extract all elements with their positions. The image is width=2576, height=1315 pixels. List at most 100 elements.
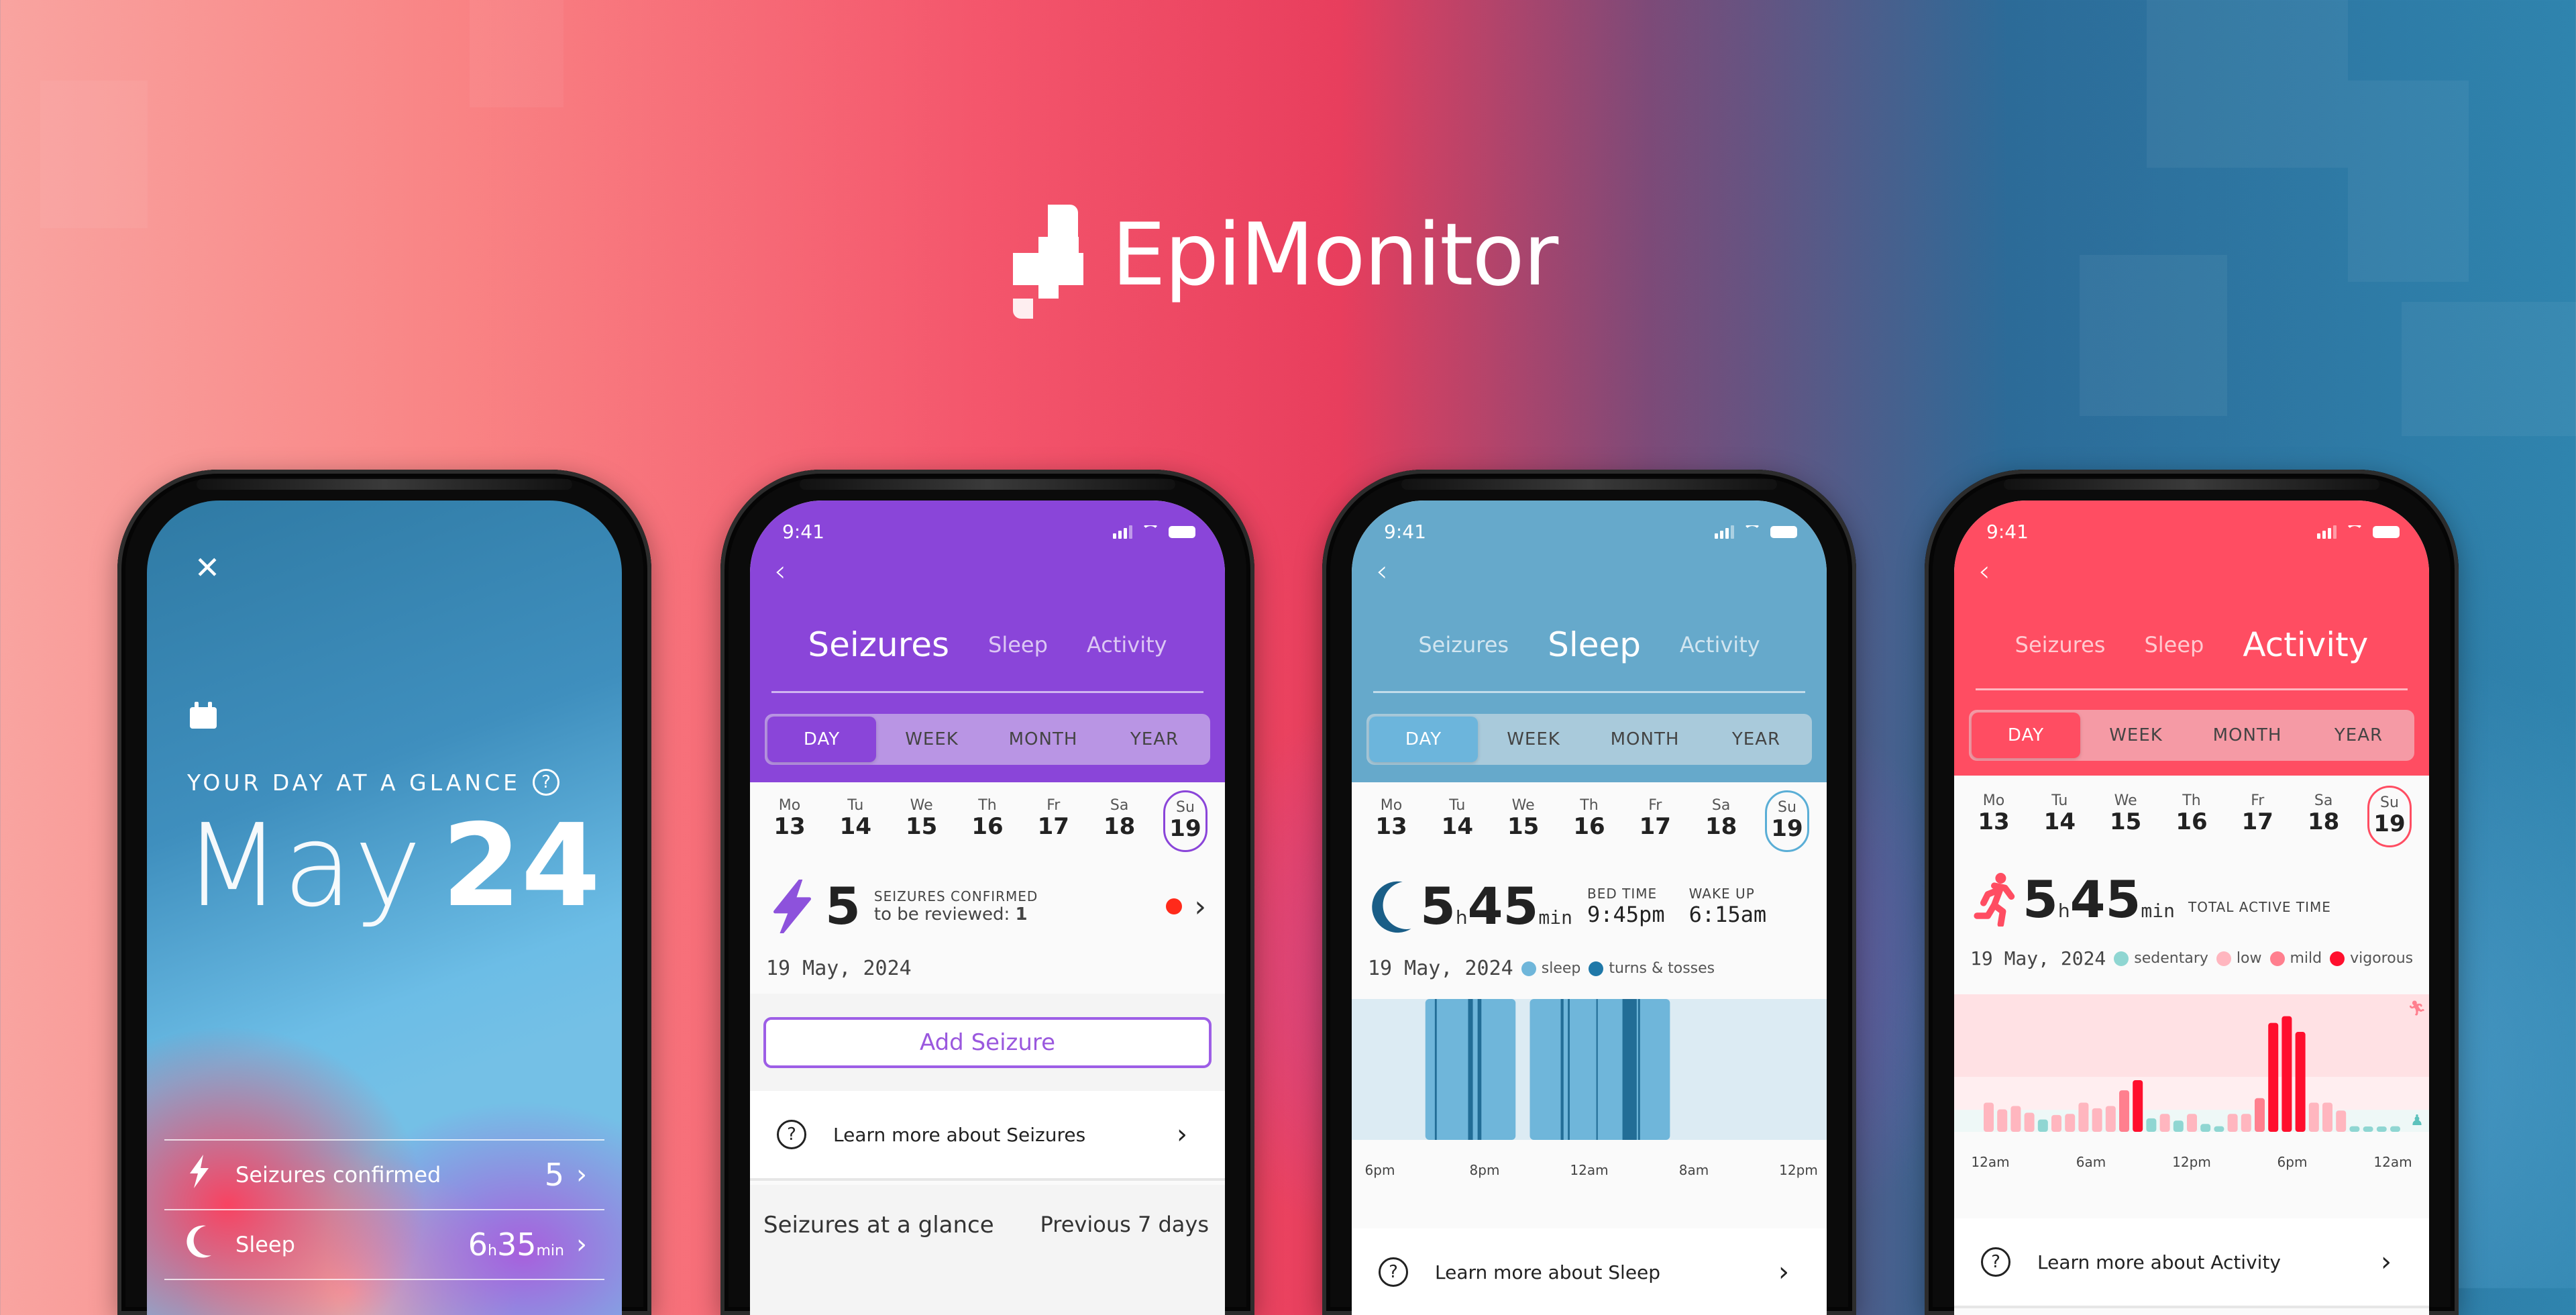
review-count: 1 xyxy=(1015,904,1028,925)
day-su[interactable]: Su 19 xyxy=(1163,790,1208,852)
seizures-confirmed-label: SEIZURES CONFIRMED xyxy=(873,888,1038,904)
legend-swatch xyxy=(2216,951,2231,966)
segment-year[interactable]: YEAR xyxy=(2303,725,2414,745)
segment-year[interactable]: YEAR xyxy=(1701,729,1812,749)
day-we[interactable]: We 15 xyxy=(900,790,944,852)
turn-toss-mark xyxy=(1568,999,1570,1140)
activity-bar-low xyxy=(2092,1108,2102,1132)
segment-month[interactable]: MONTH xyxy=(1589,729,1701,749)
tab-seizures[interactable]: Seizures xyxy=(1418,632,1509,658)
running-person-icon xyxy=(1974,873,2015,927)
help-icon: ? xyxy=(1379,1257,1408,1287)
chevron-right-icon: › xyxy=(1194,889,1206,924)
day-sa[interactable]: Sa 18 xyxy=(1097,790,1142,852)
segment-week[interactable]: WEEK xyxy=(1478,729,1589,749)
sleep-minutes: 35 xyxy=(496,1226,537,1263)
weekday-label: Su xyxy=(2380,794,2399,811)
segment-day[interactable]: DAY xyxy=(767,717,876,762)
day-sa[interactable]: Sa 18 xyxy=(2302,786,2346,847)
battery-icon xyxy=(1169,525,1195,538)
activity-bar-sedentary xyxy=(2390,1126,2400,1132)
day-mo[interactable]: Mo 13 xyxy=(767,790,812,852)
hours-unit: h xyxy=(1455,906,1468,929)
segment-week[interactable]: WEEK xyxy=(2080,725,2192,745)
status-bar: 9:41 xyxy=(1384,521,1797,543)
learn-more-seizures[interactable]: ? Learn more about Seizures › xyxy=(750,1091,1225,1181)
help-icon[interactable]: ? xyxy=(532,769,559,796)
back-chevron-icon[interactable]: ‹ xyxy=(1376,554,1388,588)
hours-unit: h xyxy=(2057,900,2070,922)
day-fr[interactable]: Fr 17 xyxy=(2235,786,2279,847)
activity-bar-low xyxy=(2322,1102,2332,1132)
segment-month[interactable]: MONTH xyxy=(2192,725,2303,745)
day-mo[interactable]: Mo 13 xyxy=(1972,786,2016,847)
tab-sleep[interactable]: Sleep xyxy=(2144,632,2204,658)
day-sa[interactable]: Sa 18 xyxy=(1699,790,1743,852)
seizures-screen: 9:41 ‹ Seizures Sleep Activity DAY WEEK … xyxy=(750,501,1225,1315)
activity-chart: 🏃︎ ♟ 12am 6am 12pm 6pm 12am xyxy=(1954,994,2429,1170)
segment-week[interactable]: WEEK xyxy=(876,729,987,749)
glance-screen: ✕ YOUR DAY AT A GLANCE ? May 24 Seizures … xyxy=(147,501,622,1315)
day-tu[interactable]: Tu 14 xyxy=(2037,786,2082,847)
x-tick-label: 6am xyxy=(2076,1154,2106,1170)
day-number: 13 xyxy=(1978,808,2010,835)
legend-label: sedentary xyxy=(2134,950,2208,967)
bed-time: BED TIME 9:45pm xyxy=(1587,886,1665,927)
day-th[interactable]: Th 16 xyxy=(965,790,1010,852)
day-tu[interactable]: Tu 14 xyxy=(1435,790,1479,852)
day-number: 14 xyxy=(2043,808,2076,835)
active-minutes: 45 xyxy=(2070,870,2141,929)
tab-seizures[interactable]: Seizures xyxy=(808,625,949,664)
turn-toss-mark xyxy=(1622,999,1637,1140)
legend-vigorous: vigorous xyxy=(2330,950,2413,967)
day-su[interactable]: Su 19 xyxy=(1764,790,1809,852)
x-tick-label: 12am xyxy=(2373,1154,2412,1170)
week-strip: Mo 13 Tu 14 We 15 Th 16 Fr 17 Sa 18 Su 19 xyxy=(1369,790,1809,852)
turn-toss-mark xyxy=(1468,999,1473,1140)
glance-label: YOUR DAY AT A GLANCE xyxy=(187,769,521,796)
learn-more-activity[interactable]: ? Learn more about Activity › xyxy=(1954,1218,2429,1308)
x-tick-label: 6pm xyxy=(1365,1162,1395,1178)
back-chevron-icon[interactable]: ‹ xyxy=(774,554,786,588)
segment-day[interactable]: DAY xyxy=(1972,713,2080,758)
day-mo[interactable]: Mo 13 xyxy=(1369,790,1413,852)
tab-activity[interactable]: Activity xyxy=(2243,625,2368,664)
tab-activity[interactable]: Activity xyxy=(1680,632,1760,658)
day-we[interactable]: We 15 xyxy=(1501,790,1546,852)
phone-speaker xyxy=(197,479,572,490)
day-su[interactable]: Su 19 xyxy=(2367,786,2412,847)
tab-sleep[interactable]: Sleep xyxy=(988,632,1048,658)
day-fr[interactable]: Fr 17 xyxy=(1031,790,1075,852)
day-th[interactable]: Th 16 xyxy=(2169,786,2214,847)
glance-row-sleep[interactable]: Sleep 6h35min › xyxy=(164,1209,604,1279)
segment-month[interactable]: MONTH xyxy=(987,729,1099,749)
day-number: 16 xyxy=(1573,813,1605,840)
tab-activity[interactable]: Activity xyxy=(1087,632,1167,658)
activity-bar-low xyxy=(1997,1109,2008,1132)
activity-bar-low xyxy=(2078,1102,2089,1132)
segment-year[interactable]: YEAR xyxy=(1099,729,1210,749)
seizure-summary[interactable]: 5 SEIZURES CONFIRMED to be reviewed: 1 › xyxy=(769,876,1206,937)
date-day: 24 xyxy=(441,800,601,933)
day-fr[interactable]: Fr 17 xyxy=(1633,790,1677,852)
close-icon[interactable]: ✕ xyxy=(194,552,221,583)
activity-bar-low xyxy=(2241,1114,2251,1132)
tab-sleep[interactable]: Sleep xyxy=(1548,625,1641,664)
day-we[interactable]: We 15 xyxy=(2104,786,2148,847)
back-chevron-icon[interactable]: ‹ xyxy=(1978,554,1990,588)
tab-seizures[interactable]: Seizures xyxy=(2015,632,2106,658)
wifi-icon xyxy=(2346,525,2363,539)
sleep-screen: 9:41 ‹ Seizures Sleep Activity DAY WEEK … xyxy=(1352,501,1827,1315)
day-th[interactable]: Th 16 xyxy=(1567,790,1611,852)
day-tu[interactable]: Tu 14 xyxy=(833,790,877,852)
glance-row-seizures[interactable]: Seizures confirmed 5 › xyxy=(164,1139,604,1209)
chevron-right-icon: › xyxy=(2381,1247,2392,1277)
add-seizure-button[interactable]: Add Seizure xyxy=(763,1017,1212,1068)
learn-more-sleep[interactable]: ? Learn more about Sleep › xyxy=(1352,1228,1827,1315)
glance-range-label[interactable]: Previous 7 days xyxy=(1040,1212,1209,1239)
weekday-label: We xyxy=(910,797,933,814)
calendar-icon xyxy=(190,702,217,729)
segment-day[interactable]: DAY xyxy=(1369,717,1478,762)
moon-icon xyxy=(186,1224,219,1265)
day-number: 15 xyxy=(2109,808,2142,835)
